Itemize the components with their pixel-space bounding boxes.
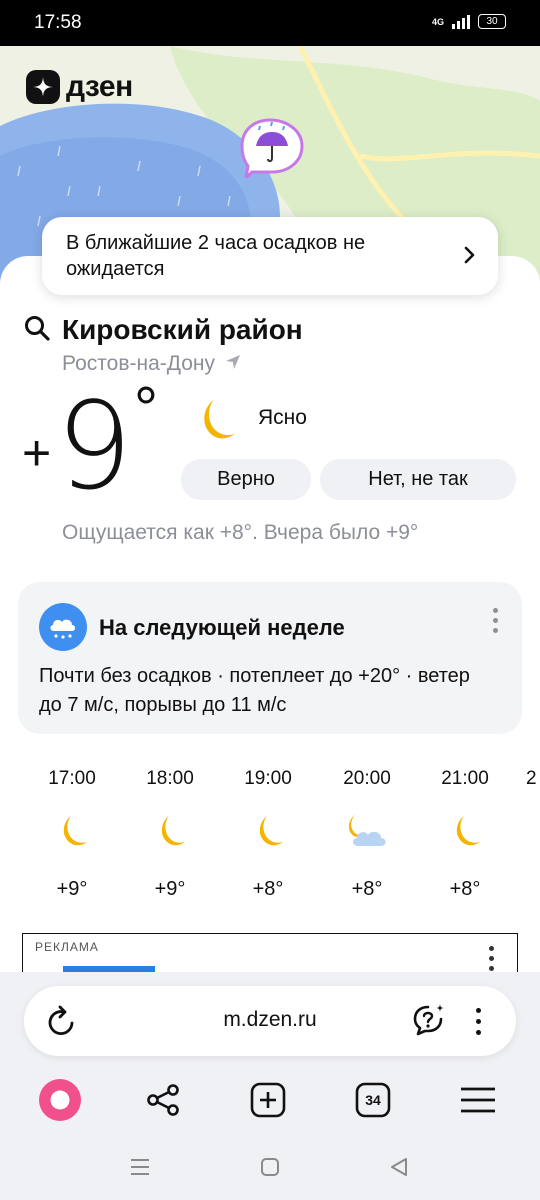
confirm-button[interactable]: Верно bbox=[181, 459, 311, 500]
hour-time: 17:00 bbox=[48, 768, 96, 789]
nowcast-text: В ближайшие 2 часа осадков не ожидается bbox=[66, 232, 366, 280]
signal-icon bbox=[452, 14, 470, 29]
battery-icon: 30 bbox=[478, 14, 506, 29]
hamburger-menu-icon[interactable] bbox=[454, 1076, 502, 1124]
tabs-count: 34 bbox=[365, 1092, 381, 1108]
hour-temp: +8° bbox=[351, 878, 383, 900]
chevron-right-icon bbox=[464, 245, 476, 271]
system-navigation-bar bbox=[0, 1140, 540, 1200]
temp-degree: ° bbox=[134, 375, 158, 442]
moon-icon bbox=[190, 396, 240, 451]
home-icon[interactable] bbox=[260, 1157, 280, 1182]
hour-time: 2 bbox=[526, 768, 537, 789]
ai-question-icon[interactable] bbox=[412, 1002, 448, 1043]
temp-value: 9 bbox=[56, 378, 132, 517]
hour-item[interactable]: 20:00 +8° bbox=[327, 764, 407, 904]
status-time: 17:58 bbox=[34, 12, 82, 33]
moon-icon bbox=[151, 813, 189, 856]
search-icon[interactable] bbox=[24, 315, 50, 346]
hour-time: 20:00 bbox=[343, 768, 391, 789]
condition-text: Ясно bbox=[258, 406, 307, 429]
hourly-forecast[interactable]: 17:00 +9° 18:00 +9° 19:00 +8° 20:00 +8° … bbox=[0, 764, 540, 914]
next-week-card[interactable]: На следующей неделе Почти без осадков · … bbox=[18, 582, 522, 734]
dzen-logo[interactable]: дзен bbox=[26, 70, 133, 104]
hour-time: 18:00 bbox=[146, 768, 194, 789]
location-title: Кировский район bbox=[62, 314, 303, 345]
alice-assistant-icon[interactable] bbox=[36, 1076, 84, 1124]
hour-temp: +8° bbox=[252, 878, 284, 900]
moon-icon bbox=[53, 813, 91, 856]
hour-item[interactable]: 21:00 +8° bbox=[425, 764, 505, 904]
reject-button[interactable]: Нет, не так bbox=[320, 459, 516, 500]
hour-temp: +9° bbox=[154, 878, 186, 900]
share-icon[interactable] bbox=[139, 1076, 187, 1124]
battery-level: 30 bbox=[486, 16, 498, 27]
moon-icon bbox=[446, 813, 484, 856]
network-type: 4G bbox=[431, 16, 444, 27]
city-name[interactable]: Ростов-на-Дону bbox=[62, 352, 241, 376]
next-week-summary: Почти без осадков · потеплеет до +20° · … bbox=[39, 665, 470, 716]
city-label: Ростов-на-Дону bbox=[62, 352, 215, 375]
hour-item[interactable]: 2 bbox=[526, 764, 540, 794]
hour-item[interactable]: 18:00 +9° bbox=[130, 764, 210, 904]
feels-like-text: Ощущается как +8°. Вчера было +9° bbox=[62, 521, 419, 544]
hour-temp: +8° bbox=[449, 878, 481, 900]
next-week-title: На следующей неделе bbox=[99, 615, 345, 640]
hour-time: 19:00 bbox=[244, 768, 292, 789]
dzen-logo-text: дзен bbox=[66, 70, 133, 103]
new-tab-icon[interactable] bbox=[244, 1076, 292, 1124]
umbrella-pin-icon[interactable] bbox=[236, 116, 306, 183]
recent-apps-icon[interactable] bbox=[130, 1158, 150, 1181]
status-bar: 17:58 4G 30 bbox=[0, 0, 540, 46]
hour-temp: +9° bbox=[56, 878, 88, 900]
location-arrow-icon bbox=[225, 352, 241, 376]
moon-cloud-icon bbox=[342, 812, 392, 857]
moon-icon bbox=[249, 813, 287, 856]
hour-time: 21:00 bbox=[441, 768, 489, 789]
tabs-count-button[interactable]: 34 bbox=[349, 1076, 397, 1124]
address-bar[interactable]: m.dzen.ru bbox=[24, 986, 516, 1056]
nowcast-card[interactable]: В ближайшие 2 часа осадков не ожидается bbox=[42, 217, 498, 295]
ad-more-options-icon[interactable] bbox=[489, 946, 494, 971]
rain-cloud-icon bbox=[39, 603, 87, 651]
back-icon[interactable] bbox=[389, 1157, 409, 1182]
location-header[interactable]: Кировский район bbox=[24, 314, 303, 346]
more-options-icon[interactable] bbox=[493, 608, 498, 633]
ad-label: РЕКЛАМА bbox=[35, 940, 99, 954]
hour-item[interactable]: 19:00 +8° bbox=[228, 764, 308, 904]
hour-item[interactable]: 17:00 +9° bbox=[32, 764, 112, 904]
temp-sign: + bbox=[22, 425, 52, 481]
dzen-star-icon bbox=[26, 70, 60, 104]
browser-menu-icon[interactable] bbox=[476, 1008, 481, 1035]
